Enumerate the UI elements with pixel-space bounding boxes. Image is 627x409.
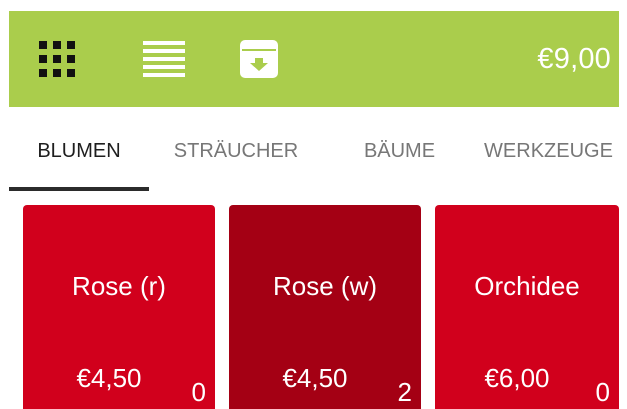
top-toolbar: €9,00 — [9, 11, 619, 107]
product-name: Rose (r) — [72, 271, 166, 301]
product-name: Rose (w) — [272, 271, 377, 301]
product-tile-rose-w[interactable]: Rose (w) €4,50 2 — [229, 205, 421, 409]
product-name: Orchidee — [474, 271, 580, 301]
product-price: €4,50 — [76, 363, 142, 393]
list-view-icon[interactable] — [139, 11, 189, 107]
product-price: €6,00 — [484, 363, 550, 393]
tab-werkzeuge[interactable]: WERKZEUGE — [471, 107, 626, 191]
product-count: 0 — [191, 377, 206, 407]
archive-download-icon[interactable] — [234, 11, 284, 107]
product-tile-rose-r[interactable]: Rose (r) €4,50 0 — [23, 205, 215, 409]
tab-straeucher[interactable]: STRÄUCHER — [160, 107, 312, 191]
cart-total: €9,00 — [537, 43, 611, 75]
product-count: 2 — [397, 377, 412, 407]
product-tile-orchidee[interactable]: Orchidee €6,00 0 — [435, 205, 619, 409]
grid-view-icon[interactable] — [37, 11, 77, 107]
tab-baeume[interactable]: BÄUME — [347, 107, 452, 191]
product-count: 0 — [595, 377, 610, 407]
shop-screen: €9,00 BLUMEN STRÄUCHER BÄUME WERKZEUGE R… — [0, 0, 627, 409]
category-tabs: BLUMEN STRÄUCHER BÄUME WERKZEUGE — [9, 107, 619, 191]
product-price: €4,50 — [282, 363, 348, 393]
tab-blumen[interactable]: BLUMEN — [9, 107, 149, 191]
active-tab-indicator — [9, 187, 149, 191]
